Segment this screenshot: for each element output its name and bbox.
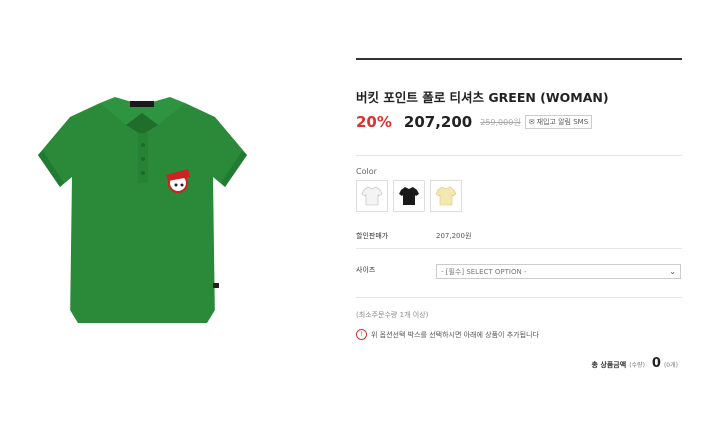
product-image — [30, 95, 255, 335]
size-select-value: - [필수] SELECT OPTION - — [441, 267, 527, 276]
total-label: 총 상품금액 — [591, 361, 627, 369]
total-sub: (수량) — [629, 362, 645, 369]
alert-icon: ! — [356, 329, 367, 340]
discount-rate: 20% — [356, 113, 392, 131]
sale-price-label: 할인판매가 — [356, 232, 389, 240]
shirt-white-icon — [361, 186, 383, 206]
color-swatch-white[interactable] — [356, 180, 388, 212]
chevron-down-icon: ⌄ — [669, 267, 676, 276]
phone-icon: ✉ — [528, 118, 535, 126]
min-order-note: (최소주문수량 1개 이상) — [356, 311, 429, 319]
sale-price: 207,200 — [403, 113, 473, 131]
original-price: 259,000원 — [480, 117, 521, 127]
size-label: 사이즈 — [356, 266, 376, 274]
restock-sms-button[interactable]: ✉ 재입고 알림 SMS — [524, 115, 593, 129]
color-label: Color — [356, 167, 377, 176]
color-swatch-black[interactable] — [393, 180, 425, 212]
total-number: 0 — [651, 356, 661, 371]
product-title: 버킷 포인트 폴로 티셔츠 GREEN (WOMAN) — [356, 90, 609, 105]
option-notice-text: 위 옵션선택 박스를 선택하시면 아래에 상품이 추가됩니다 — [371, 330, 539, 339]
total-amount: 총 상품금액 (수량) 0 (0개) — [592, 356, 678, 371]
shirt-black-icon — [399, 187, 419, 205]
top-divider — [356, 58, 682, 60]
sale-price-value: 207,200원 — [436, 232, 472, 240]
divider — [356, 297, 682, 298]
option-notice: ! 위 옵션선택 박스를 선택하시면 아래에 상품이 추가됩니다 — [356, 329, 539, 340]
divider — [356, 155, 682, 156]
total-unit: (0개) — [663, 362, 678, 369]
price-row: 20% 207,200 259,000원 ✉ 재입고 알림 SMS — [356, 113, 593, 131]
divider — [356, 248, 682, 249]
shirt-yellow-icon — [435, 186, 457, 206]
restock-label: 재입고 알림 SMS — [536, 118, 589, 126]
size-select[interactable]: - [필수] SELECT OPTION - ⌄ — [436, 264, 681, 279]
color-swatch-yellow[interactable] — [430, 180, 462, 212]
